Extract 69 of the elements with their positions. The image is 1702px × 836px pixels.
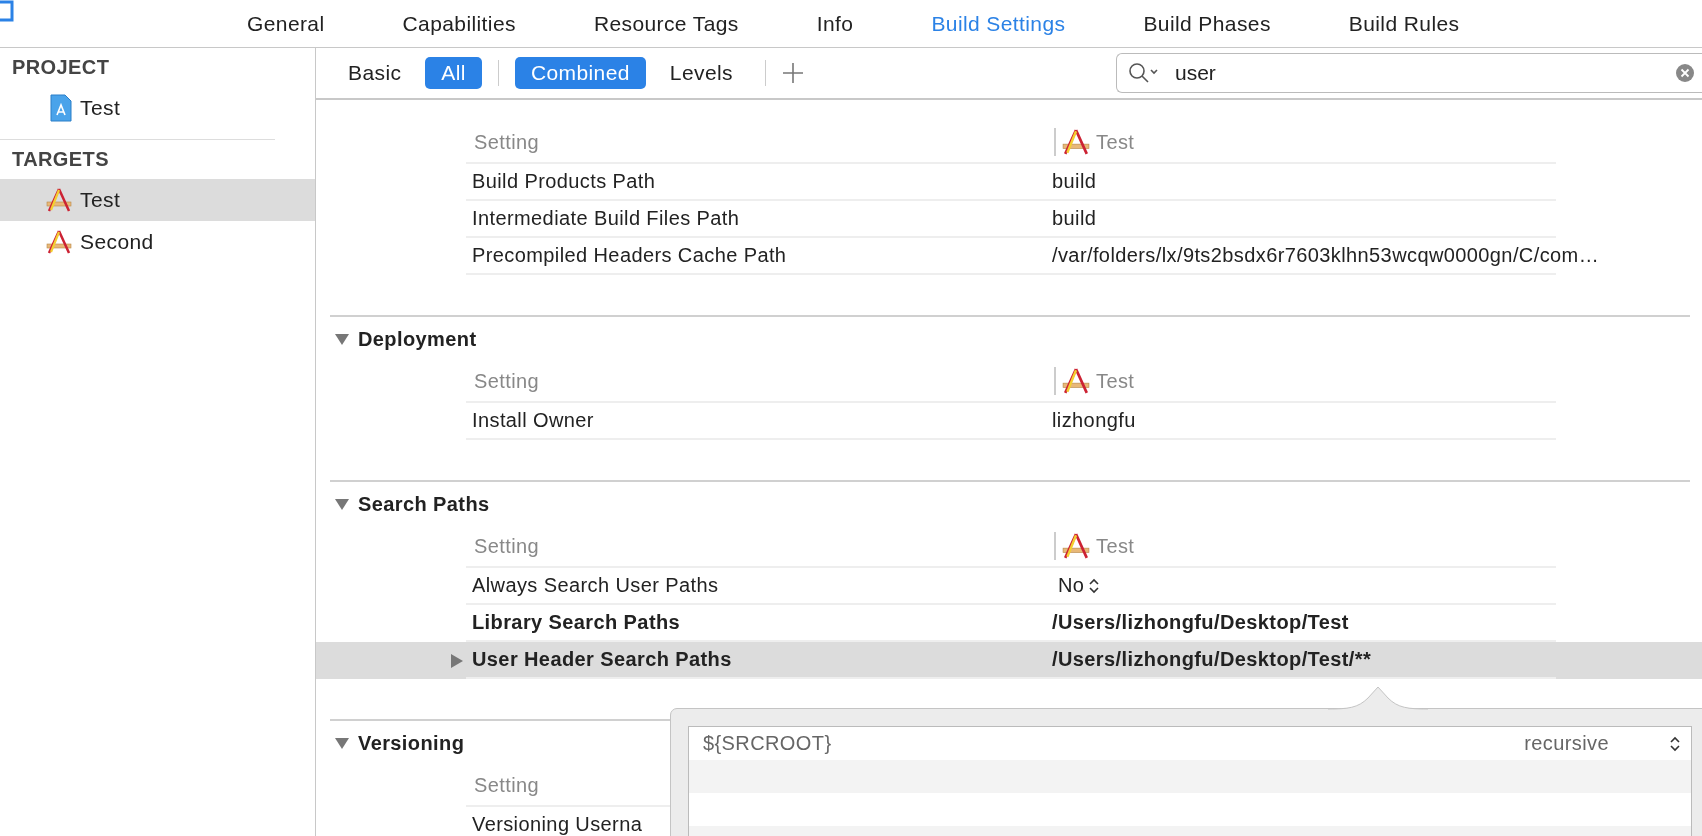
sidebar-item-label: Second bbox=[80, 230, 154, 254]
setting-row[interactable]: Build Products Path build bbox=[316, 164, 1702, 201]
add-icon[interactable] bbox=[781, 62, 804, 84]
sidebar-item-label: Test bbox=[80, 188, 121, 212]
app-target-icon bbox=[1062, 532, 1090, 560]
editor-tab[interactable]: Capabilities bbox=[363, 11, 555, 36]
editor-tab[interactable]: General bbox=[208, 11, 364, 36]
filter-button[interactable]: All bbox=[425, 57, 482, 89]
sidebar-heading: TARGETS bbox=[11, 147, 110, 172]
app-target-icon bbox=[1062, 128, 1090, 156]
column-header: Setting bbox=[473, 773, 541, 797]
editor-tab[interactable]: Build Phases bbox=[1104, 11, 1310, 36]
column-header: Setting bbox=[473, 534, 541, 558]
setting-value: /var/folders/lx/9ts2bsdx6r7603klhn53wcqw0000gn/C/com… bbox=[1051, 244, 1600, 267]
project-file-icon bbox=[50, 94, 72, 122]
view-mode-button[interactable]: Levels bbox=[653, 57, 749, 89]
setting-value: /Users/lizhongfu/Desktop/Test bbox=[1051, 611, 1349, 634]
setting-name: Library Search Paths bbox=[471, 611, 682, 634]
setting-row[interactable]: Install Owner lizhongfu bbox=[316, 403, 1702, 440]
section-title: Deployment bbox=[358, 327, 477, 351]
setting-name: Intermediate Build Files Path bbox=[471, 207, 741, 230]
sidebar-item[interactable]: Second bbox=[0, 221, 315, 263]
expand-triangle-icon[interactable] bbox=[449, 653, 465, 668]
filter-button[interactable]: Basic bbox=[332, 57, 418, 89]
column-header: Test bbox=[1096, 130, 1135, 154]
disclosure-triangle-icon[interactable] bbox=[334, 497, 350, 511]
view-toggle-icon[interactable] bbox=[0, 0, 14, 22]
setting-value: build bbox=[1051, 170, 1097, 193]
app-target-icon bbox=[46, 229, 72, 255]
clear-icon[interactable] bbox=[1676, 64, 1694, 82]
view-mode-button[interactable]: Combined bbox=[514, 57, 646, 89]
setting-value: build bbox=[1051, 207, 1097, 230]
mode-popup[interactable]: recursive bbox=[1524, 732, 1681, 755]
updown-icon bbox=[1669, 734, 1681, 753]
setting-name: Build Products Path bbox=[471, 170, 657, 193]
updown-icon bbox=[1088, 576, 1101, 595]
sidebar-item-label: Test bbox=[80, 96, 121, 120]
search-icon bbox=[1128, 62, 1160, 84]
setting-name: User Header Search Paths bbox=[471, 648, 733, 671]
setting-row[interactable]: Precompiled Headers Cache Path /var/folders/lx/9ts2bsdx6r7603klhn53wcqw0000gn/C/com… bbox=[316, 238, 1702, 275]
section-title: Versioning bbox=[358, 731, 465, 755]
disclosure-triangle-icon[interactable] bbox=[334, 736, 350, 750]
value-popup[interactable]: No bbox=[1050, 574, 1101, 597]
disclosure-triangle-icon[interactable] bbox=[334, 332, 350, 346]
editor-tab[interactable]: Info bbox=[777, 11, 893, 36]
search-field[interactable]: user bbox=[1116, 53, 1702, 93]
editor-tab[interactable]: Resource Tags bbox=[554, 11, 778, 36]
editor-tab[interactable]: Build Settings bbox=[892, 11, 1105, 36]
setting-row[interactable]: Intermediate Build Files Path build bbox=[316, 201, 1702, 238]
column-header: Setting bbox=[473, 369, 541, 393]
setting-name: Install Owner bbox=[471, 409, 595, 432]
column-header: Test bbox=[1096, 369, 1135, 393]
setting-name: Versioning Userna bbox=[471, 813, 644, 836]
column-header: Setting bbox=[473, 130, 541, 154]
setting-row[interactable]: Always Search User Paths No bbox=[316, 568, 1702, 605]
sidebar-heading: PROJECT bbox=[11, 55, 111, 80]
setting-name: Always Search User Paths bbox=[471, 574, 720, 597]
sidebar-item[interactable]: Test bbox=[0, 87, 315, 129]
app-target-icon bbox=[1062, 367, 1090, 395]
section-title: Search Paths bbox=[358, 492, 490, 516]
setting-value: lizhongfu bbox=[1051, 409, 1136, 432]
setting-name: Precompiled Headers Cache Path bbox=[471, 244, 788, 267]
setting-row[interactable]: User Header Search Paths /Users/lizhongfu/Desktop/Test/** bbox=[316, 642, 1702, 679]
setting-value: /Users/lizhongfu/Desktop/Test/** bbox=[1051, 648, 1372, 671]
path-value[interactable]: ${SRCROOT} bbox=[703, 732, 1525, 755]
sidebar-item[interactable]: Test bbox=[0, 179, 315, 221]
app-target-icon bbox=[46, 187, 72, 213]
column-header: Test bbox=[1096, 534, 1135, 558]
editor-tab[interactable]: Build Rules bbox=[1309, 11, 1499, 36]
